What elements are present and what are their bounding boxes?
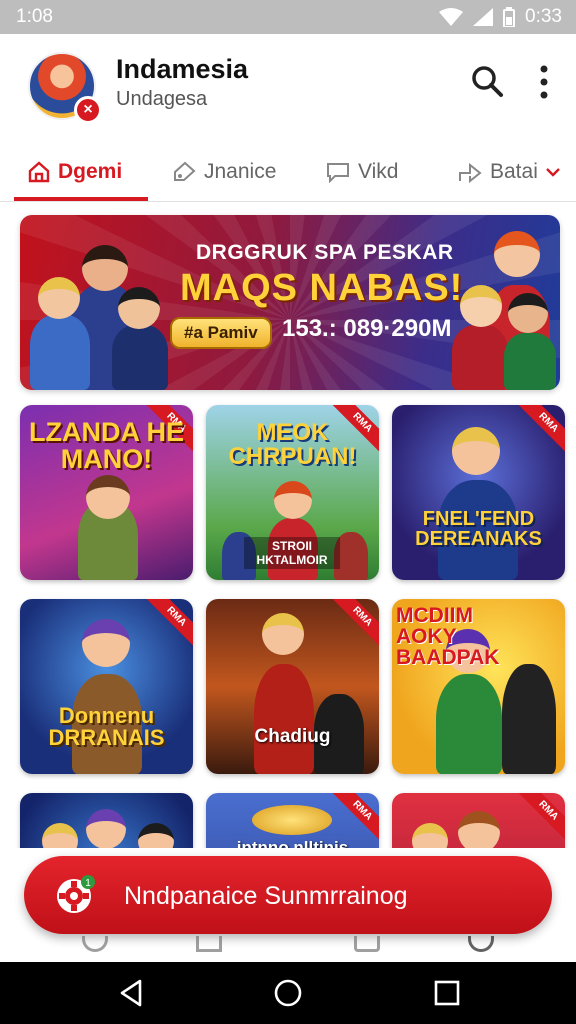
chevron-down-icon [546, 168, 560, 177]
card-ribbon: RMA [145, 599, 193, 648]
card-character [436, 674, 502, 774]
banner-character-head [82, 245, 128, 291]
banner-character-head [494, 231, 540, 277]
banner-number: 153.: 089·290M [282, 315, 452, 342]
card-title: Chadiug [254, 726, 331, 747]
more-vertical-icon[interactable] [534, 64, 554, 100]
gold-coins-image [252, 805, 332, 835]
back-icon[interactable] [116, 978, 146, 1008]
promo-banner[interactable]: DRGGRUK SPA PESKAR MAQS NABAS! #a Pamiv … [20, 215, 560, 390]
card-subtitle: STROII HKTALMOIR [244, 537, 340, 569]
bottom-tab-bar [0, 936, 576, 962]
bottom-tab-icon[interactable] [82, 936, 108, 952]
card-character-head [262, 613, 304, 655]
card-title: MCDIIM AOKY BAADPAK [396, 604, 500, 669]
share-arrow-icon [459, 162, 482, 183]
cta-badge: 1 [85, 878, 91, 889]
tab-label: Dgemi [58, 160, 123, 183]
battery-icon [503, 7, 516, 27]
card-title: FNEL'FEND DEREANAKS [415, 508, 542, 550]
status-clock: 0:33 [525, 6, 562, 27]
card-character-head [412, 823, 448, 848]
card-character [254, 664, 314, 774]
card-character-head [86, 475, 130, 519]
tab-label: Jnanice [204, 160, 277, 183]
system-nav-bar [0, 962, 576, 1024]
search-icon[interactable] [470, 64, 504, 98]
game-card[interactable]: RMA [392, 793, 565, 848]
game-card[interactable] [20, 793, 193, 848]
page-subtitle: Undagesa [116, 88, 208, 110]
recents-icon[interactable] [432, 978, 462, 1008]
signal-icon [473, 8, 494, 26]
game-card[interactable]: RMA intnno nlltinis [206, 793, 379, 848]
banner-character [504, 333, 556, 390]
card-character-head [82, 619, 130, 667]
cta-button[interactable]: 1 Nndpanaice Sunmrrainog [24, 856, 552, 934]
tab-label: Vikd [358, 160, 399, 183]
banner-character-head [38, 277, 80, 319]
status-time: 1:08 [16, 6, 53, 27]
bottom-tab-icon[interactable] [196, 936, 222, 952]
avatar[interactable]: × [28, 52, 102, 124]
banner-character [112, 325, 168, 390]
bottom-tab-icon[interactable] [468, 936, 494, 952]
card-character [502, 664, 556, 774]
banner-pill-button[interactable]: #a Pamiv [170, 317, 272, 349]
tab-bar: Dgemi Jnanice Vikd Batai [0, 142, 576, 202]
card-title: Donnenu DRRANAIS [48, 703, 165, 750]
banner-headline: MAQS NABAS! [180, 267, 464, 309]
feed[interactable]: DRGGRUK SPA PESKAR MAQS NABAS! #a Pamiv … [0, 203, 576, 848]
banner-kicker: DRGGRUK SPA PESKAR [196, 241, 454, 264]
banner-character-head [508, 293, 548, 333]
banner-character [30, 315, 90, 390]
card-character-head [452, 427, 500, 475]
tag-icon [174, 161, 196, 181]
page-title: Indamesia [116, 54, 249, 84]
banner-character [452, 325, 508, 390]
tab-dgemi[interactable]: Dgemi [28, 142, 122, 202]
avatar-badge[interactable]: × [74, 96, 102, 124]
card-ribbon: RMA [331, 599, 379, 648]
card-ribbon: RMA [517, 793, 565, 842]
game-card[interactable]: RMA Donnenu DRRANAIS [20, 599, 193, 774]
bottom-tab-icon[interactable] [354, 936, 380, 952]
status-icons: 0:33 [439, 6, 562, 28]
game-card[interactable]: RMA MEOK CHRPUAN! STROII HKTALMOIR [206, 405, 379, 580]
card-ribbon: RMA [517, 405, 565, 454]
wifi-icon [439, 8, 464, 26]
card-title: MEOK CHRPUAN! [228, 419, 357, 470]
game-card[interactable]: RMA FNEL'FEND DEREANAKS [392, 405, 565, 580]
banner-character-head [118, 287, 160, 329]
chat-bubble-icon [327, 163, 349, 183]
game-card[interactable]: RMA LZANDA HE MANO! [20, 405, 193, 580]
card-title: LZANDA HE MANO! [29, 417, 184, 474]
tab-vikd[interactable]: Vikd [326, 142, 398, 202]
home-icon [28, 161, 50, 183]
banner-character-head [460, 285, 502, 327]
card-character-head [42, 823, 78, 848]
card-character-head [86, 809, 126, 848]
game-card[interactable]: RMA Chadiug [206, 599, 379, 774]
tab-batai[interactable]: Batai [458, 142, 560, 202]
card-title: intnno nlltinis [236, 838, 349, 848]
tab-jnanice[interactable]: Jnanice [172, 142, 276, 202]
card-character-head [274, 481, 312, 519]
status-bar: 1:08 0:33 [0, 0, 576, 34]
cta-label: Nndpanaice Sunmrrainog [124, 882, 408, 910]
app-header: × Indamesia Undagesa [0, 34, 576, 142]
card-character-head [458, 811, 500, 848]
card-ribbon: RMA [331, 793, 379, 842]
game-card[interactable]: MCDIIM AOKY BAADPAK [392, 599, 565, 774]
cta-area: 1 Nndpanaice Sunmrrainog [0, 848, 576, 962]
tab-active-indicator [14, 197, 148, 201]
card-character-head [138, 823, 174, 848]
home-circle-icon[interactable] [273, 978, 303, 1008]
tab-label: Batai [490, 160, 538, 183]
gear-icon: 1 [57, 875, 95, 913]
